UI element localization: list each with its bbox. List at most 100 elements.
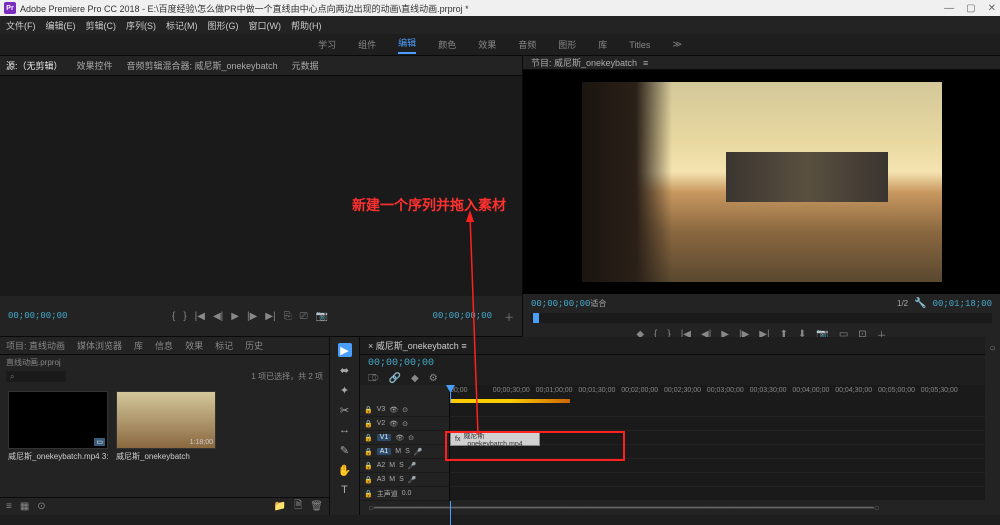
mic-icon[interactable]: 🎤 — [408, 476, 417, 484]
snap-icon[interactable]: ⎄ — [368, 373, 379, 384]
ws-effects[interactable]: 效果 — [478, 38, 496, 51]
program-tc-left[interactable]: 00;00;00;00 — [531, 299, 590, 309]
ws-libraries[interactable]: 库 — [598, 38, 607, 51]
timeline-scrollbar[interactable]: ○━━━━━━━━━━━━━━━━━━━━━━━━━━━━━━━━━━━━━━━… — [360, 501, 985, 515]
track-select-icon[interactable]: ⬌ — [338, 363, 352, 377]
menu-clip[interactable]: 剪辑(C) — [86, 19, 117, 32]
settings-icon[interactable]: 🔧 — [914, 298, 926, 309]
program-menu-icon[interactable]: ≡ — [643, 58, 648, 68]
source-monitor[interactable] — [0, 76, 522, 296]
timeline-ruler[interactable]: 00;00 00;00;30;00 00;01;00;00 00;01;30;0… — [360, 385, 985, 403]
new-item-icon[interactable]: 🗎 — [294, 498, 302, 515]
video-clip[interactable]: fx威尼斯_onekeybatch.mp4 — [450, 432, 540, 446]
track-row-a2[interactable] — [450, 459, 985, 473]
track-row-v2[interactable] — [450, 417, 985, 431]
bin-thumb-video[interactable]: 1:18;00 — [116, 391, 216, 449]
program-tc-right[interactable]: 00;01;18;00 — [933, 299, 992, 309]
minimize-button[interactable]: — — [944, 3, 954, 14]
step-back-icon[interactable]: ◀| — [213, 311, 223, 322]
tab-source[interactable]: 源:（无剪辑） — [6, 59, 63, 72]
project-bins[interactable]: ▭ 威尼斯_onekeybatch.mp4 3:22;21 1:18;00 威尼… — [0, 383, 329, 497]
menu-edit[interactable]: 编辑(E) — [46, 19, 76, 32]
new-bin-icon[interactable]: 📁 — [274, 501, 286, 512]
program-scrubber[interactable] — [531, 313, 992, 323]
export-frame-icon[interactable]: 📷 — [316, 311, 328, 322]
type-tool-icon[interactable]: T — [338, 483, 352, 497]
link-icon[interactable]: 🔗 — [389, 373, 401, 384]
program-monitor[interactable] — [523, 70, 1000, 294]
track-master[interactable]: 🔒主声道0.0 — [360, 487, 449, 501]
ws-assembly[interactable]: 组件 — [358, 38, 376, 51]
hand-tool-icon[interactable]: ✋ — [338, 463, 352, 477]
track-row-v3[interactable] — [450, 403, 985, 417]
icon-view-icon[interactable]: ▦ — [20, 501, 29, 512]
step-fwd-icon[interactable]: |▶ — [247, 311, 257, 322]
track-v2[interactable]: 🔒V2👁⊙ — [360, 417, 449, 431]
overwrite-icon[interactable]: ⎚ — [300, 311, 308, 322]
play-icon[interactable]: ▶ — [231, 311, 239, 322]
track-a2[interactable]: 🔒A2MS🎤 — [360, 459, 449, 473]
mic-icon[interactable]: 🎤 — [408, 462, 417, 470]
menu-file[interactable]: 文件(F) — [6, 19, 36, 32]
pen-tool-icon[interactable]: ✎ — [338, 443, 352, 457]
tab-media-browser[interactable]: 媒体浏览器 — [77, 339, 122, 352]
track-row-v1[interactable]: fx威尼斯_onekeybatch.mp4 — [450, 431, 985, 445]
selection-tool-icon[interactable]: ▶ — [338, 343, 352, 357]
fit-dropdown[interactable]: 适合 — [590, 298, 606, 309]
lock-icon[interactable]: 🔒 — [364, 448, 373, 456]
go-out-icon[interactable]: ▶| — [265, 311, 275, 322]
project-search[interactable] — [6, 371, 66, 382]
ws-color[interactable]: 颜色 — [438, 38, 456, 51]
freeform-view-icon[interactable]: ⊙ — [37, 501, 45, 512]
ws-edit[interactable]: 编辑 — [398, 36, 416, 54]
menu-sequence[interactable]: 序列(S) — [126, 19, 156, 32]
ws-overflow[interactable]: ≫ — [672, 39, 681, 50]
menu-help[interactable]: 帮助(H) — [291, 19, 322, 32]
timeline-content[interactable]: fx威尼斯_onekeybatch.mp4 — [450, 403, 985, 501]
lock-icon[interactable]: 🔒 — [364, 462, 373, 470]
track-a1[interactable]: 🔒A1MS🎤 — [360, 445, 449, 459]
tab-info[interactable]: 信息 — [155, 339, 173, 352]
timeline-tc[interactable]: 00;00;00;00 — [368, 358, 434, 369]
tab-libraries[interactable]: 库 — [134, 339, 143, 352]
source-tc-left[interactable]: 00;00;00;00 — [8, 311, 67, 321]
track-v1[interactable]: 🔒V1👁⊙ — [360, 431, 449, 445]
ws-learn[interactable]: 学习 — [318, 38, 336, 51]
bin-item[interactable]: 1:18;00 威尼斯_onekeybatch — [116, 391, 216, 489]
sequence-tab[interactable]: × 威尼斯_onekeybatch ≡ — [368, 339, 467, 352]
track-row-master[interactable] — [450, 487, 985, 501]
zoom-dropdown[interactable]: 1/2 — [897, 299, 908, 308]
ws-titles[interactable]: Titles — [629, 40, 650, 50]
tab-history[interactable]: 历史 — [245, 339, 263, 352]
mic-icon[interactable]: 🎤 — [414, 448, 423, 456]
ws-audio[interactable]: 音频 — [518, 38, 536, 51]
ripple-edit-icon[interactable]: ✦ — [338, 383, 352, 397]
track-a3[interactable]: 🔒A3MS🎤 — [360, 473, 449, 487]
menu-graphics[interactable]: 图形(G) — [208, 19, 239, 32]
track-row-a3[interactable] — [450, 473, 985, 487]
lock-icon[interactable]: 🔒 — [364, 406, 373, 414]
track-v3[interactable]: 🔒V3👁⊙ — [360, 403, 449, 417]
source-tc-right[interactable]: 00;00;00;00 — [433, 311, 492, 321]
go-in-icon[interactable]: |◀ — [195, 311, 205, 322]
tab-effects[interactable]: 效果 — [185, 339, 203, 352]
tab-project[interactable]: 项目: 直线动画 — [6, 339, 65, 352]
ws-graphics[interactable]: 图形 — [558, 38, 576, 51]
bin-thumb-seq[interactable]: ▭ — [8, 391, 108, 449]
insert-icon[interactable]: ⎘ — [284, 311, 292, 322]
settings-icon[interactable]: ⚙ — [429, 373, 438, 384]
add-button-icon[interactable]: ＋ — [504, 309, 514, 324]
lock-icon[interactable]: 🔒 — [364, 434, 373, 442]
menu-window[interactable]: 窗口(W) — [249, 19, 282, 32]
marker-icon[interactable]: ◆ — [411, 373, 419, 384]
list-view-icon[interactable]: ≡ — [6, 501, 12, 512]
tab-markers[interactable]: 标记 — [215, 339, 233, 352]
lock-icon[interactable]: 🔒 — [364, 420, 373, 428]
razor-tool-icon[interactable]: ✂ — [338, 403, 352, 417]
meter-icon[interactable]: ○ — [989, 343, 995, 354]
mark-out-icon[interactable]: } — [183, 311, 186, 322]
lock-icon[interactable]: 🔒 — [364, 490, 373, 498]
mark-in-icon[interactable]: { — [172, 311, 175, 322]
menu-marker[interactable]: 标记(M) — [166, 19, 198, 32]
lock-icon[interactable]: 🔒 — [364, 476, 373, 484]
